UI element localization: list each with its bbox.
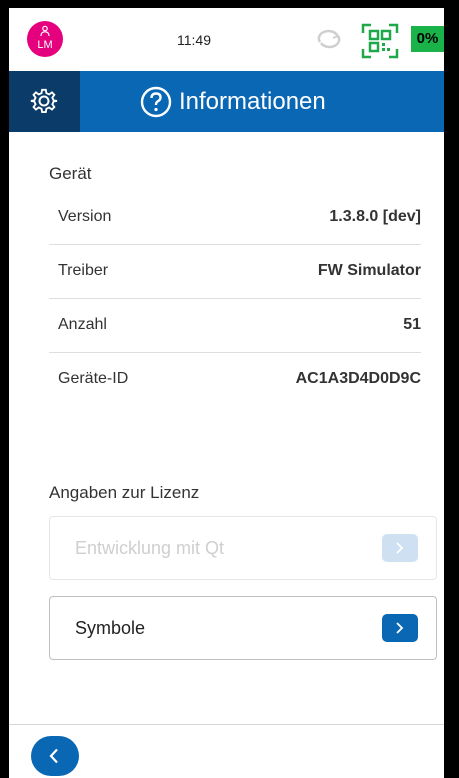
- header-bar: Informationen: [9, 71, 444, 132]
- battery-indicator: 0%: [411, 26, 444, 52]
- info-row-version: Version 1.3.8.0 [dev]: [49, 191, 421, 245]
- sync-icon: [317, 29, 341, 49]
- clock-time: 11:49: [177, 32, 211, 48]
- avatar-initials: LM: [37, 39, 53, 51]
- license-item-qt[interactable]: Entwicklung mit Qt: [49, 516, 437, 580]
- license-item-label: Symbole: [75, 618, 146, 638]
- device-section-title: Gerät: [49, 164, 92, 183]
- app-screen: LM 11:49 0% Informationen Gerät Version …: [9, 8, 444, 778]
- license-item-symbols[interactable]: Symbole: [49, 596, 437, 660]
- info-value: 1.3.8.0 [dev]: [329, 208, 421, 225]
- open-button[interactable]: [382, 534, 418, 562]
- license-section-title: Angaben zur Lizenz: [49, 483, 200, 502]
- footer-divider: [9, 724, 444, 725]
- settings-button[interactable]: [9, 71, 80, 132]
- info-row-driver: Treiber FW Simulator: [49, 245, 421, 299]
- chevron-left-icon: [49, 748, 58, 764]
- info-value: FW Simulator: [317, 262, 421, 279]
- license-item-label: Entwicklung mit Qt: [75, 538, 225, 558]
- user-avatar[interactable]: LM: [27, 21, 63, 57]
- info-label: Anzahl: [58, 316, 107, 333]
- info-row-count: Anzahl 51: [49, 299, 421, 353]
- info-label: Version: [58, 208, 112, 225]
- chevron-right-icon: [396, 622, 404, 634]
- status-bar: LM 11:49 0%: [9, 8, 444, 71]
- info-label: Geräte-ID: [58, 370, 129, 387]
- help-circle-icon: [140, 86, 172, 118]
- chevron-right-icon: [396, 542, 404, 554]
- info-label: Treiber: [58, 262, 109, 279]
- info-value: AC1A3D4D0D9C: [295, 370, 421, 387]
- info-value: 51: [403, 316, 421, 333]
- back-button[interactable]: [31, 736, 79, 776]
- open-button[interactable]: [382, 614, 418, 642]
- gear-icon: [30, 88, 58, 114]
- qr-code-icon[interactable]: [361, 23, 399, 59]
- info-row-device-id: Geräte-ID AC1A3D4D0D9C: [49, 353, 421, 407]
- page-title: Informationen: [179, 88, 326, 115]
- person-icon: [27, 25, 63, 37]
